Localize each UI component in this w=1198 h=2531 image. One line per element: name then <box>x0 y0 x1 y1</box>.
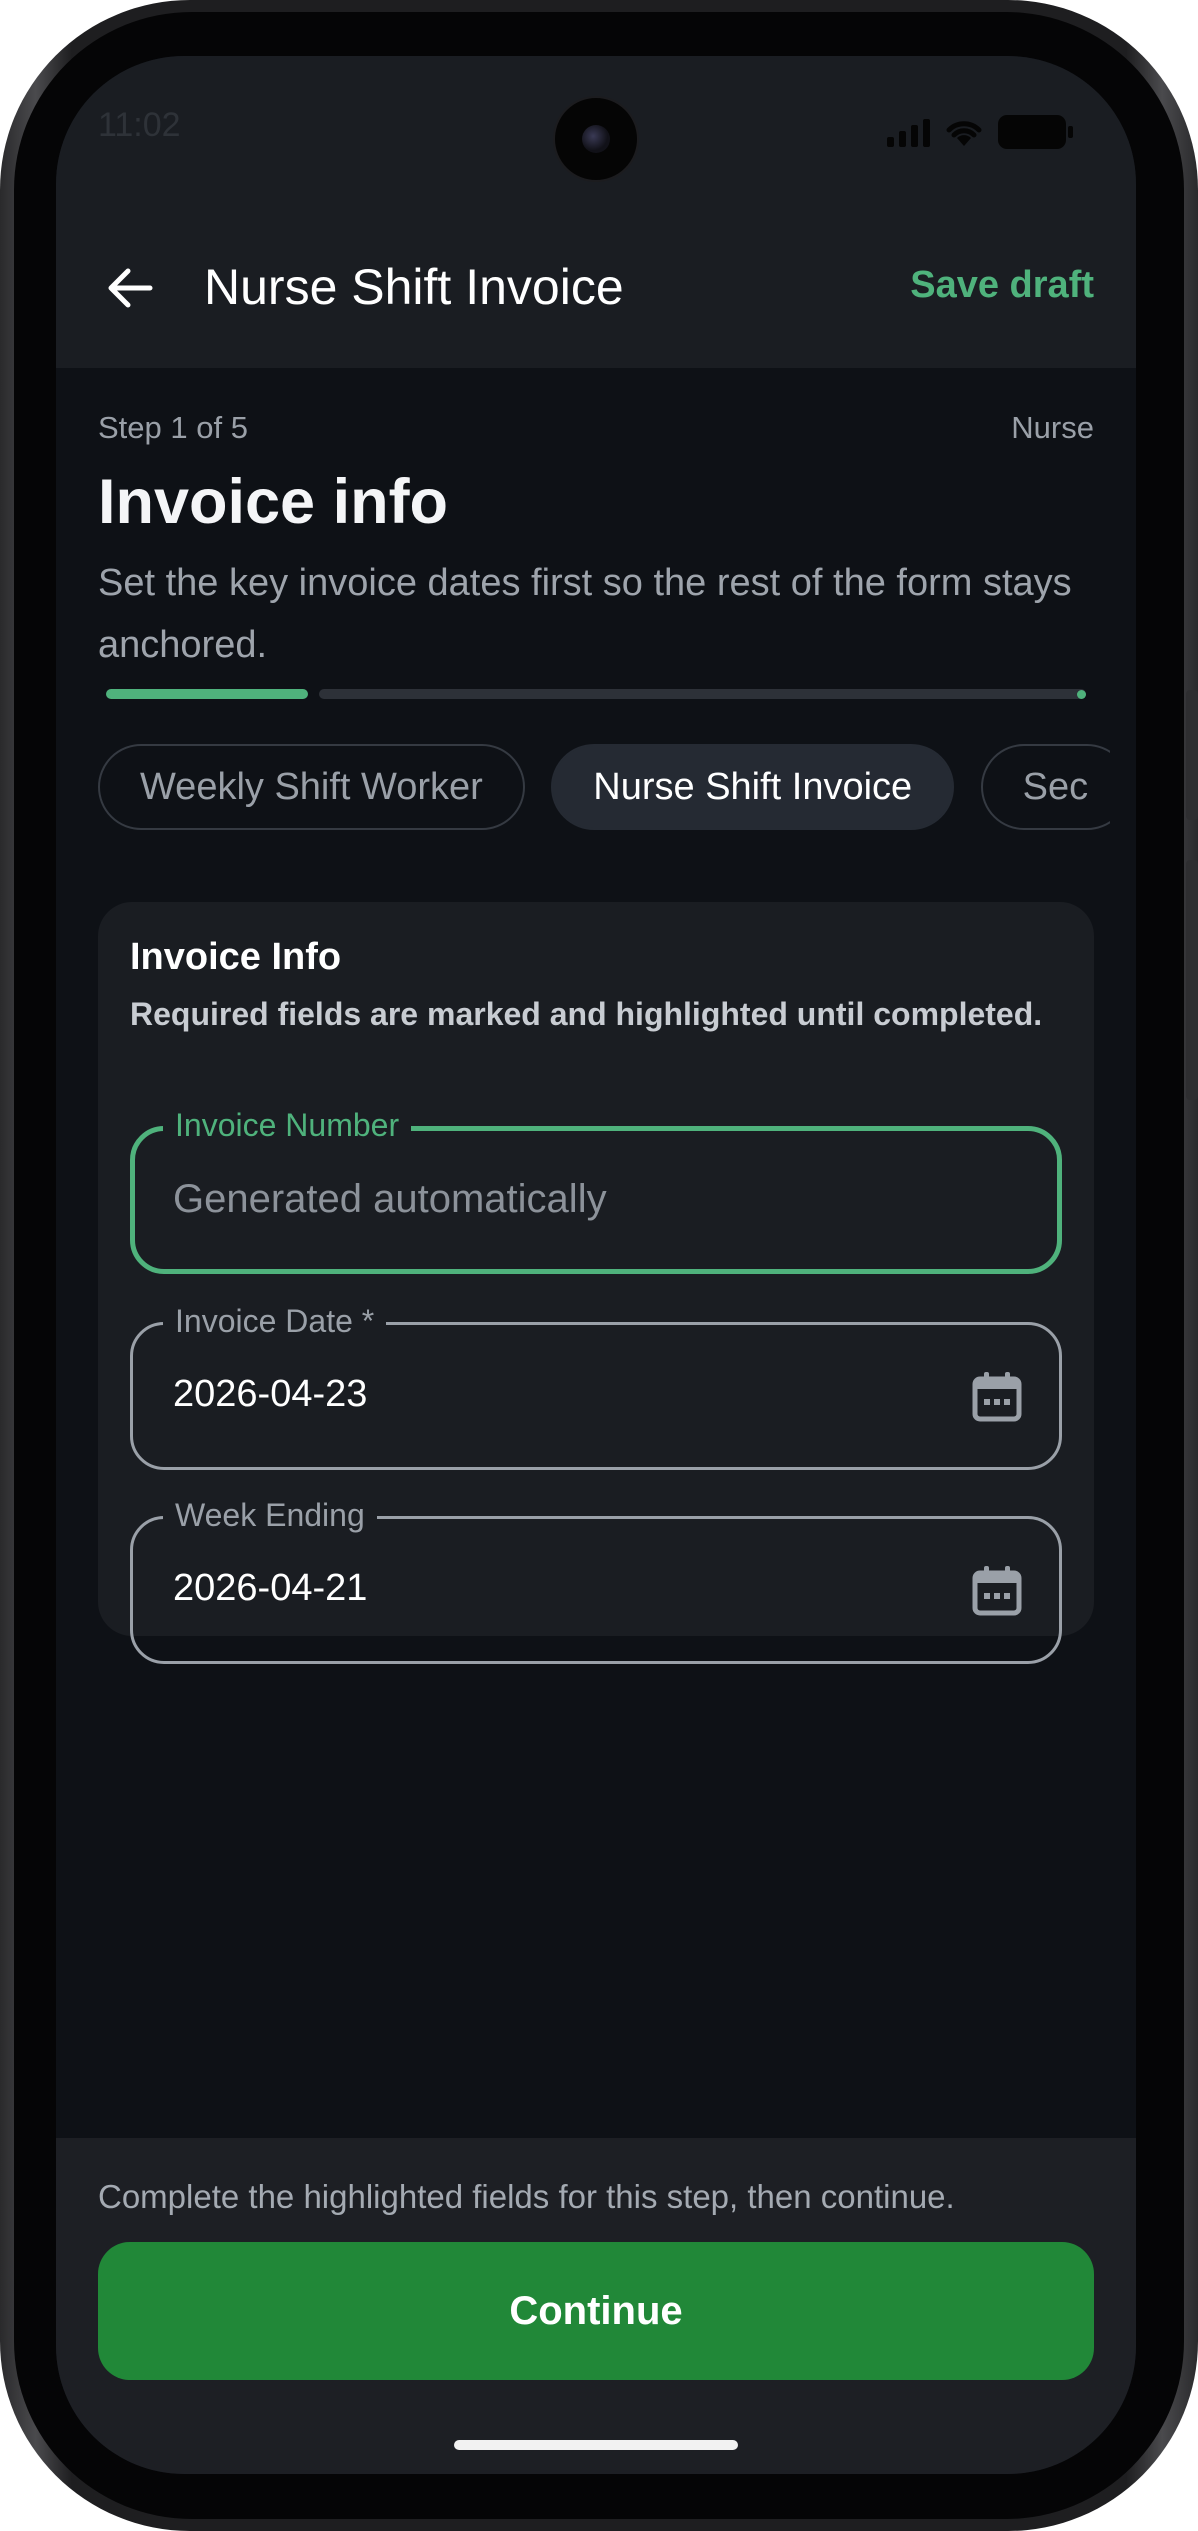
screen: 11:02 Nurse Shift Invoice Save draft Ste… <box>56 56 1136 2474</box>
status-time: 11:02 <box>98 106 181 144</box>
card-title: Invoice Info <box>130 936 342 978</box>
save-draft-button[interactable]: Save draft <box>910 264 1094 307</box>
app-bar: Nurse Shift Invoice Save draft <box>56 206 1136 368</box>
bottom-action-bar: Complete the highlighted fields for this… <box>56 2138 1136 2474</box>
wifi-icon <box>946 121 982 146</box>
chip-weekly-shift-worker[interactable]: Weekly Shift Worker <box>98 744 525 830</box>
invoice-number-placeholder: Generated automatically <box>173 1177 607 1221</box>
system-icons <box>887 112 1073 152</box>
step-description: Set the key invoice dates first so the r… <box>98 562 1072 666</box>
status-bar: 11:02 <box>56 56 1136 206</box>
footer-hint: Complete the highlighted fields for this… <box>98 2178 955 2215</box>
progress-end-dot <box>1077 690 1086 699</box>
invoice-number-label: Invoice Number <box>163 1105 412 1145</box>
card-subtitle: Required fields are marked and highlight… <box>130 996 1043 1032</box>
invoice-number-field[interactable]: Invoice Number Generated automatically <box>130 1105 1062 1274</box>
battery-icon <box>998 115 1073 149</box>
continue-button[interactable]: Continue <box>98 2242 1094 2380</box>
invoice-date-value: 2026-04-23 <box>173 1373 368 1415</box>
phone-frame: 11:02 Nurse Shift Invoice Save draft Ste… <box>0 0 1198 2531</box>
volume-button <box>1186 860 1198 1100</box>
back-arrow-icon[interactable] <box>98 256 162 320</box>
step-header: Step 1 of 5 Nurse <box>98 410 1094 450</box>
chip-partial[interactable]: Sec <box>980 744 1110 830</box>
page-title: Nurse Shift Invoice <box>204 259 624 315</box>
invoice-info-card: Invoice Info Required fields are marked … <box>98 902 1094 1664</box>
progress-track <box>319 689 1086 699</box>
step-progress-bar <box>106 689 1086 699</box>
calendar-icon[interactable] <box>969 1369 1025 1425</box>
week-ending-field[interactable]: Week Ending 2026-04-21 <box>130 1495 1062 1664</box>
front-camera <box>553 96 639 182</box>
action-button <box>1186 690 1198 820</box>
week-ending-value: 2026-04-21 <box>173 1567 368 1609</box>
template-chip-row[interactable]: Weekly Shift Worker Nurse Shift Invoice … <box>98 744 1110 838</box>
home-indicator[interactable] <box>454 2440 738 2450</box>
invoice-date-field[interactable]: Invoice Date * 2026-04-23 <box>130 1301 1062 1470</box>
invoice-date-label: Invoice Date * <box>163 1301 387 1341</box>
step-counter: Step 1 of 5 <box>98 410 248 445</box>
progress-fill <box>106 689 308 699</box>
step-title: Invoice info <box>98 467 449 537</box>
chip-nurse-shift-invoice[interactable]: Nurse Shift Invoice <box>551 744 955 830</box>
calendar-icon[interactable] <box>969 1563 1025 1619</box>
role-label: Nurse <box>1011 410 1094 445</box>
cellular-signal-icon <box>887 117 930 147</box>
week-ending-label: Week Ending <box>163 1495 377 1535</box>
